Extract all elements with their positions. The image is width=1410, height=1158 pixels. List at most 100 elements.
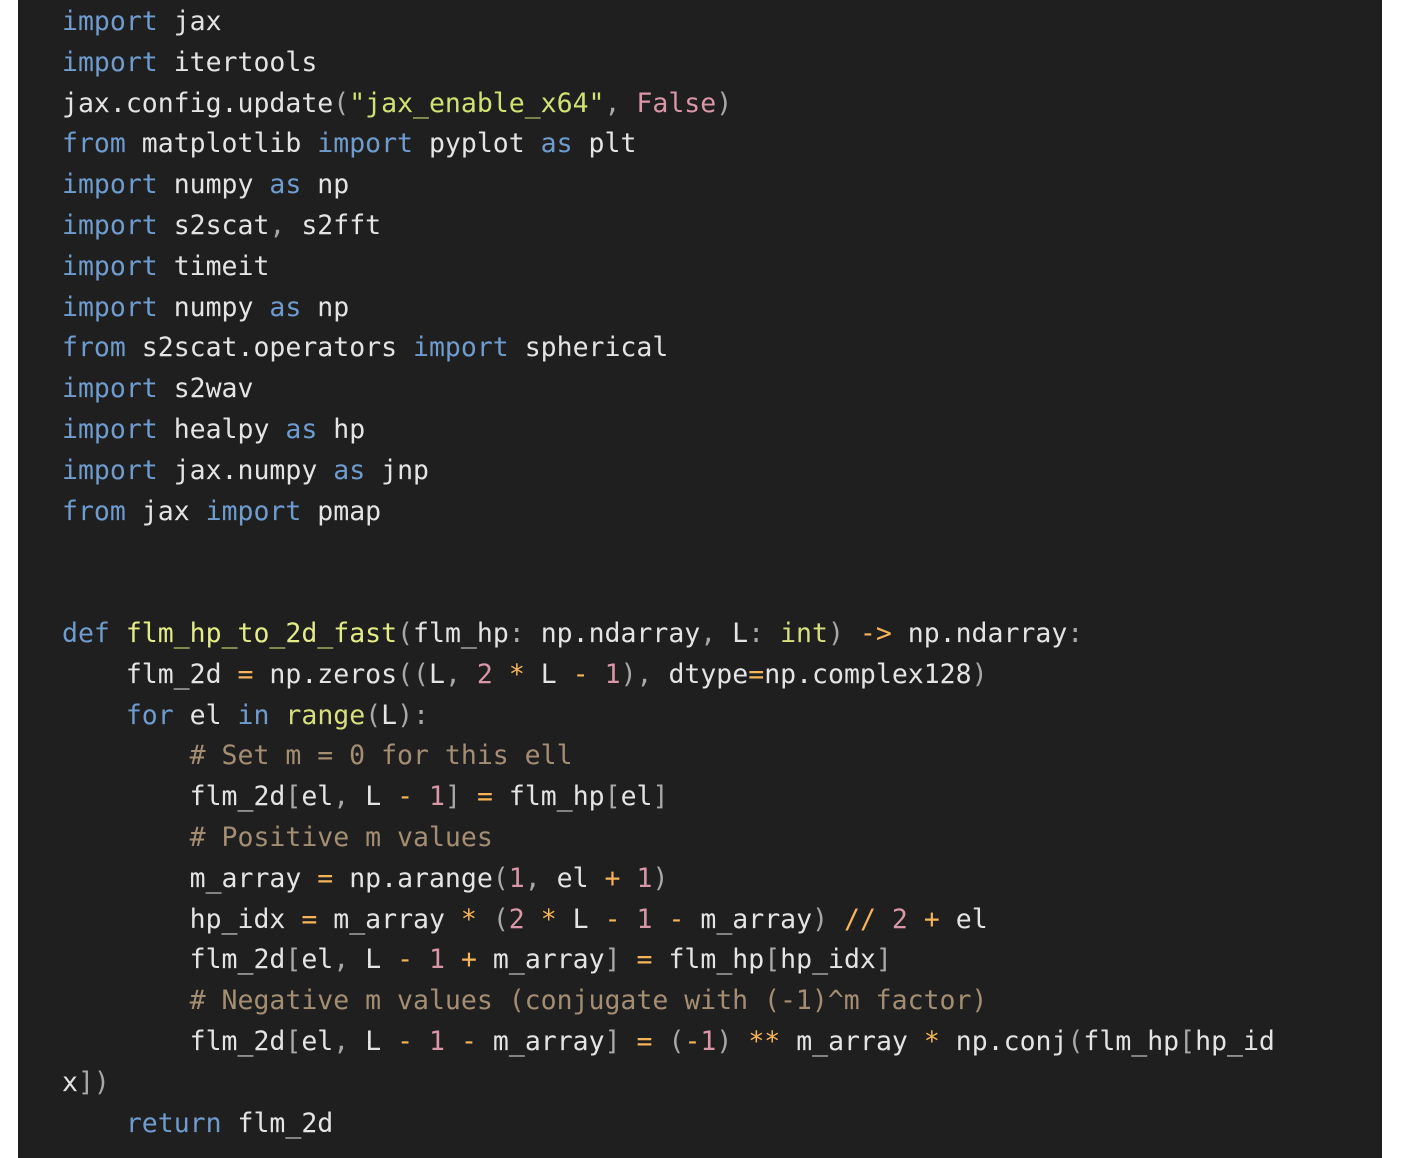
code-line[interactable]: import s2wav: [62, 369, 1275, 410]
identifier-token: flm_2d: [62, 781, 286, 813]
punctuation-token: [: [1179, 1025, 1196, 1057]
code-line[interactable]: import healpy as hp: [62, 410, 1275, 451]
keyword-token: import: [62, 291, 158, 323]
identifier-token: [477, 904, 493, 935]
code-line[interactable]: import numpy as np: [62, 288, 1275, 329]
code-line[interactable]: [62, 532, 1275, 573]
code-line[interactable]: [62, 573, 1275, 614]
number-token: 1: [429, 1025, 446, 1057]
identifier-token: [461, 781, 477, 812]
identifier-token: m_array: [62, 862, 318, 894]
code-line[interactable]: for el in range(L):: [62, 696, 1275, 737]
identifier-token: flm_hp: [492, 781, 605, 813]
keyword-token: for: [125, 699, 174, 731]
constant-token: False: [636, 87, 717, 119]
keyword-token: import: [62, 454, 158, 486]
punctuation-token: ,: [333, 1025, 366, 1057]
operator-token: -: [460, 1025, 477, 1057]
identifier-token: el: [301, 1025, 334, 1057]
code-line[interactable]: from s2scat.operators import spherical: [62, 328, 1275, 369]
identifier-token: itertools: [157, 46, 318, 78]
punctuation-token: ):: [397, 699, 430, 731]
identifier-token: L: [524, 658, 573, 690]
punctuation-token: ]: [652, 781, 669, 813]
punctuation-token: ]: [445, 781, 461, 813]
code-line[interactable]: return flm_2d: [62, 1104, 1275, 1145]
punctuation-token: ): [716, 1025, 733, 1057]
punctuation-token: ((: [397, 658, 429, 690]
punctuation-token: :: [508, 617, 541, 649]
number-token: 1: [636, 903, 653, 935]
operator-token: +: [923, 903, 940, 935]
code-line[interactable]: flm_2d = np.zeros((L, 2 * L - 1), dtype=…: [62, 655, 1275, 696]
code-line[interactable]: flm_2d[el, L - 1 + m_array] = flm_hp[hp_…: [62, 940, 1275, 981]
operator-token: =: [636, 1025, 653, 1057]
code-line[interactable]: hp_idx = m_array * (2 * L - 1 - m_array)…: [62, 900, 1275, 941]
identifier-token: [525, 904, 541, 935]
operator-token: +: [460, 944, 477, 976]
code-line[interactable]: import timeit: [62, 247, 1275, 288]
comment-token: # Positive m values: [189, 821, 493, 853]
number-token: 1: [429, 781, 446, 813]
identifier-token: el: [620, 781, 653, 813]
code-editor[interactable]: import jax import itertools jax.config.upd…: [18, 0, 1382, 1158]
code-line[interactable]: flm_2d[el, L - 1 - m_array] = (-1) ** m_…: [62, 1022, 1275, 1063]
code-line[interactable]: # Positive m values: [62, 818, 1275, 859]
identifier-token: [621, 904, 637, 935]
punctuation-token: [: [285, 1025, 302, 1057]
punctuation-token: ,: [333, 944, 366, 976]
keyword-token: import: [62, 169, 158, 201]
operator-token: -: [604, 903, 621, 935]
punctuation-token: [: [285, 944, 302, 976]
identifier-token: flm_2d: [62, 944, 286, 976]
identifier-token: [110, 618, 126, 649]
identifier-token: m_array: [476, 944, 605, 976]
identifier-token: [652, 904, 668, 935]
code-block[interactable]: import jax import itertools jax.config.upd…: [62, 2, 1275, 1144]
identifier-token: el: [173, 699, 238, 731]
identifier-token: [445, 944, 461, 975]
code-line[interactable]: # Negative m values (conjugate with (-1)…: [62, 981, 1275, 1022]
identifier-token: np: [301, 291, 350, 323]
operator-token: -: [572, 658, 589, 690]
identifier-token: jax.numpy: [157, 454, 334, 486]
identifier-token: [413, 781, 429, 812]
code-line[interactable]: def flm_hp_to_2d_fast(flm_hp: np.ndarray…: [62, 614, 1275, 655]
code-line[interactable]: m_array = np.arange(1, el + 1): [62, 859, 1275, 900]
identifier-token: np.ndarray: [540, 617, 701, 649]
code-line[interactable]: jax.config.update("jax_enable_x64", Fals…: [62, 84, 1275, 125]
code-line[interactable]: import jax: [62, 2, 1275, 43]
identifier-token: m_array: [684, 903, 813, 935]
identifier-token: flm_hp: [1083, 1025, 1180, 1057]
punctuation-token: (: [492, 903, 509, 935]
code-line[interactable]: from jax import pmap: [62, 492, 1275, 533]
identifier-token: flm_2d: [221, 1107, 334, 1139]
code-line[interactable]: flm_2d[el, L - 1] = flm_hp[el]: [62, 777, 1275, 818]
punctuation-token: ]: [875, 944, 892, 976]
operator-token: -: [397, 944, 414, 976]
identifier-token: np.conj: [939, 1025, 1068, 1057]
code-line[interactable]: import itertools: [62, 43, 1275, 84]
identifier-token: [876, 904, 892, 935]
identifier-token: flm_hp: [652, 944, 765, 976]
code-line[interactable]: from matplotlib import pyplot as plt: [62, 124, 1275, 165]
keyword-token: import: [62, 373, 158, 405]
punctuation-token: ,: [269, 209, 302, 241]
code-line[interactable]: x]): [62, 1063, 1275, 1104]
code-line[interactable]: import jax.numpy as jnp: [62, 451, 1275, 492]
identifier-token: [62, 700, 126, 731]
comment-token: # Set m = 0 for this ell: [189, 740, 573, 772]
identifier-token: x: [62, 1066, 78, 1098]
identifier-token: L: [365, 781, 398, 813]
identifier-token: L: [732, 617, 749, 649]
identifier-token: m_array: [317, 903, 461, 935]
identifier-token: [493, 659, 509, 690]
code-line[interactable]: # Set m = 0 for this ell: [62, 736, 1275, 777]
code-line[interactable]: import s2scat, s2fft: [62, 206, 1275, 247]
keyword-token: from: [62, 332, 126, 364]
number-token: 2: [476, 658, 493, 690]
code-line[interactable]: import numpy as np: [62, 165, 1275, 206]
identifier-token: s2fft: [301, 209, 382, 241]
identifier-token: numpy: [157, 169, 270, 201]
identifier-token: el: [556, 862, 605, 894]
